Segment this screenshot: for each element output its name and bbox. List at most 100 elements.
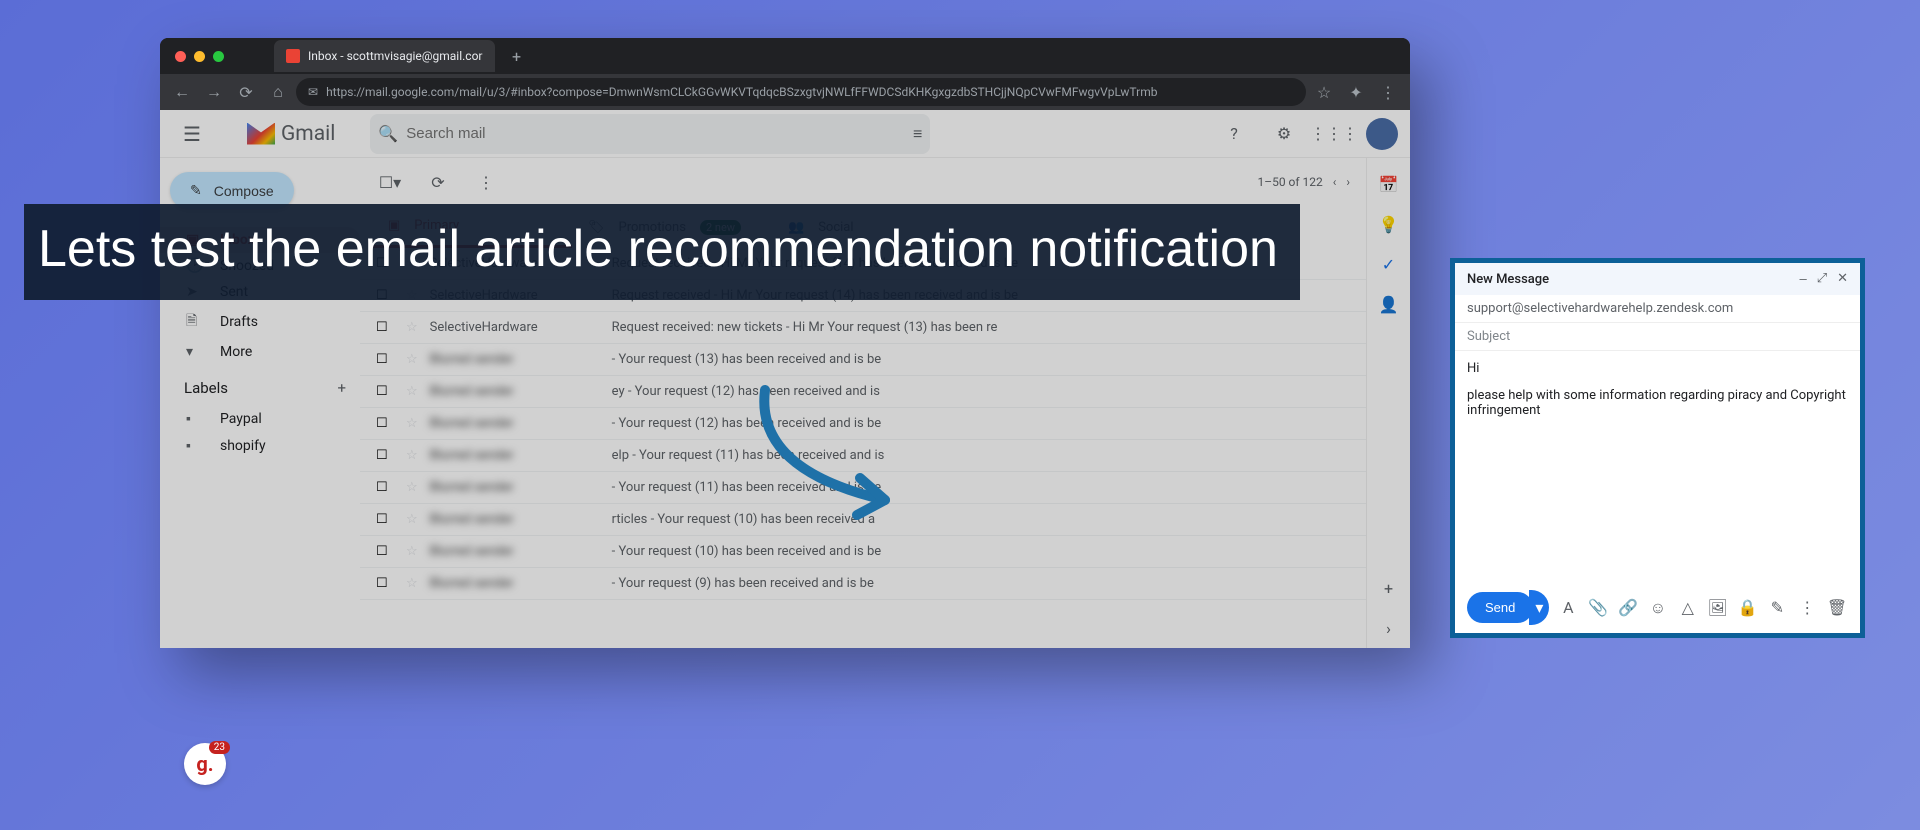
checkbox[interactable]: ☐ [376,512,394,527]
email-row[interactable]: ☐☆SelectiveHardwareRequest received: new… [360,312,1366,344]
checkbox[interactable]: ☐ [376,480,394,495]
search-box[interactable]: 🔍 ≡ [370,114,930,154]
refresh-button[interactable]: ⟳ [424,168,452,196]
emoji-icon[interactable]: ☺ [1647,596,1669,620]
keep-icon[interactable]: 💡 [1379,214,1399,234]
subject-field[interactable]: Subject [1455,323,1860,351]
loom-count: 23 [209,741,230,754]
delete-draft-icon[interactable]: 🗑 [1826,596,1848,620]
hamburger-menu-icon[interactable]: ☰ [172,114,212,154]
checkbox[interactable]: ☐ [376,384,394,399]
email-row[interactable]: ☐☆Blurred senderrticles - Your request (… [360,504,1366,536]
sidebar-item-more[interactable]: ▾ More [160,339,360,365]
image-icon[interactable]: 🖼 [1707,596,1729,620]
forward-button[interactable]: → [200,78,228,106]
header-right: ? ⚙ ⋮⋮⋮ [1216,116,1398,152]
checkbox[interactable]: ☐ [376,416,394,431]
email-row[interactable]: ☐ ☆ Blurred sender ey - Your request (12) h… [360,376,1366,408]
send-button[interactable]: Send [1467,592,1533,623]
close-window-icon[interactable] [175,51,186,62]
checkbox[interactable]: ☐ [376,448,394,463]
star-icon[interactable]: ☆ [406,576,418,591]
collapse-rail-icon[interactable]: › [1379,618,1399,638]
checkbox[interactable]: ☐ [376,576,394,591]
email-row[interactable]: ☐☆Blurred sender- Your request (13) has … [360,344,1366,376]
star-icon[interactable]: ☆ [406,384,418,399]
more-icon[interactable]: ⋮ [1796,596,1818,620]
gmail-logo[interactable]: Gmail [247,122,335,146]
search-options-icon[interactable]: ≡ [913,124,922,144]
to-field[interactable]: support@selectivehardwarehelp.zendesk.co… [1455,295,1860,323]
label-text: shopify [220,438,266,454]
select-all-checkbox[interactable]: ☐▾ [376,168,404,196]
email-row[interactable]: ☐ ☆ Blurred sender - Your request (12) has … [360,408,1366,440]
sender: Blurred sender [430,512,600,527]
email-row[interactable]: ☐☆Blurred senderelp - Your request (11) … [360,440,1366,472]
signature-icon[interactable]: ✎ [1766,596,1788,620]
star-icon[interactable]: ☆ [406,512,418,527]
star-icon[interactable]: ☆ [406,352,418,367]
compose-header[interactable]: New Message ‒ ⤢ ✕ [1455,263,1860,295]
format-icon[interactable]: A [1557,596,1579,620]
checkbox[interactable]: ☐ [376,320,394,335]
send-options-button[interactable]: ▾ [1529,590,1549,625]
settings-icon[interactable]: ⚙ [1266,116,1302,152]
more-actions-button[interactable]: ⋮ [472,168,500,196]
star-icon[interactable]: ☆ [406,448,418,463]
star-button[interactable]: ☆ [1310,78,1338,106]
subject-placeholder: Subject [1467,329,1510,344]
attach-icon[interactable]: 📎 [1587,596,1609,620]
minimize-window-icon[interactable] [194,51,205,62]
reload-button[interactable]: ⟳ [232,78,260,106]
drive-icon[interactable]: △ [1677,596,1699,620]
maximize-window-icon[interactable] [213,51,224,62]
sidebar-item-drafts[interactable]: 🗎 Drafts [160,305,360,339]
compose-body[interactable]: Hi please help with some information reg… [1455,351,1860,582]
link-icon[interactable]: 🔗 [1617,596,1639,620]
gmail-url-icon: ✉ [308,85,318,99]
contacts-icon[interactable]: 👤 [1379,294,1399,314]
loom-badge[interactable]: g. 23 [184,743,226,785]
calendar-icon[interactable]: 📅 [1379,174,1399,194]
pencil-icon: ✎ [190,182,202,199]
star-icon[interactable]: ☆ [406,544,418,559]
label-paypal[interactable]: ▪ Paypal [160,405,360,432]
email-row[interactable]: ☐☆Blurred sender- Your request (11) has … [360,472,1366,504]
new-tab-button[interactable]: + [505,44,529,68]
apps-icon[interactable]: ⋮⋮⋮ [1316,116,1352,152]
star-icon[interactable]: ☆ [406,480,418,495]
email-row[interactable]: ☐☆Blurred sender- Your request (9) has b… [360,568,1366,600]
back-button[interactable]: ← [168,78,196,106]
loom-icon: g. [196,752,213,776]
url-input[interactable]: ✉ https://mail.google.com/mail/u/3/#inbo… [296,78,1306,106]
label-shopify[interactable]: ▪ shopify [160,432,360,459]
star-icon[interactable]: ☆ [406,320,418,335]
home-button[interactable]: ⌂ [264,78,292,106]
subject: ey - Your request (12) has been received… [612,384,1350,399]
close-icon[interactable]: ✕ [1837,271,1848,287]
expand-icon[interactable]: ⤢ [1817,271,1827,287]
star-icon[interactable]: ☆ [406,416,418,431]
sender: Blurred sender [430,384,600,399]
add-label-icon[interactable]: + [337,379,346,397]
browser-tab[interactable]: Inbox - scottmvisagie@gmail.cor [274,40,495,72]
checkbox[interactable]: ☐ [376,544,394,559]
compose-header-actions: ‒ ⤢ ✕ [1799,271,1848,287]
minimize-icon[interactable]: ‒ [1799,271,1806,287]
sender: Blurred sender [430,416,600,431]
menu-button[interactable]: ⋮ [1374,78,1402,106]
tasks-icon[interactable]: ✓ [1379,254,1399,274]
confidential-icon[interactable]: 🔒 [1737,596,1759,620]
prev-page-button[interactable]: ‹ [1333,175,1337,189]
tab-title: Inbox - scottmvisagie@gmail.cor [308,49,483,63]
label-icon: ▪ [186,410,204,427]
checkbox[interactable]: ☐ [376,352,394,367]
avatar[interactable] [1366,118,1398,150]
next-page-button[interactable]: › [1346,175,1350,189]
help-icon[interactable]: ? [1216,116,1252,152]
extensions-button[interactable]: ✦ [1342,78,1370,106]
email-row[interactable]: ☐☆Blurred sender- Your request (10) has … [360,536,1366,568]
search-input[interactable] [406,125,905,142]
add-rail-icon[interactable]: + [1379,578,1399,598]
subject: - Your request (12) has been received an… [612,416,1350,431]
